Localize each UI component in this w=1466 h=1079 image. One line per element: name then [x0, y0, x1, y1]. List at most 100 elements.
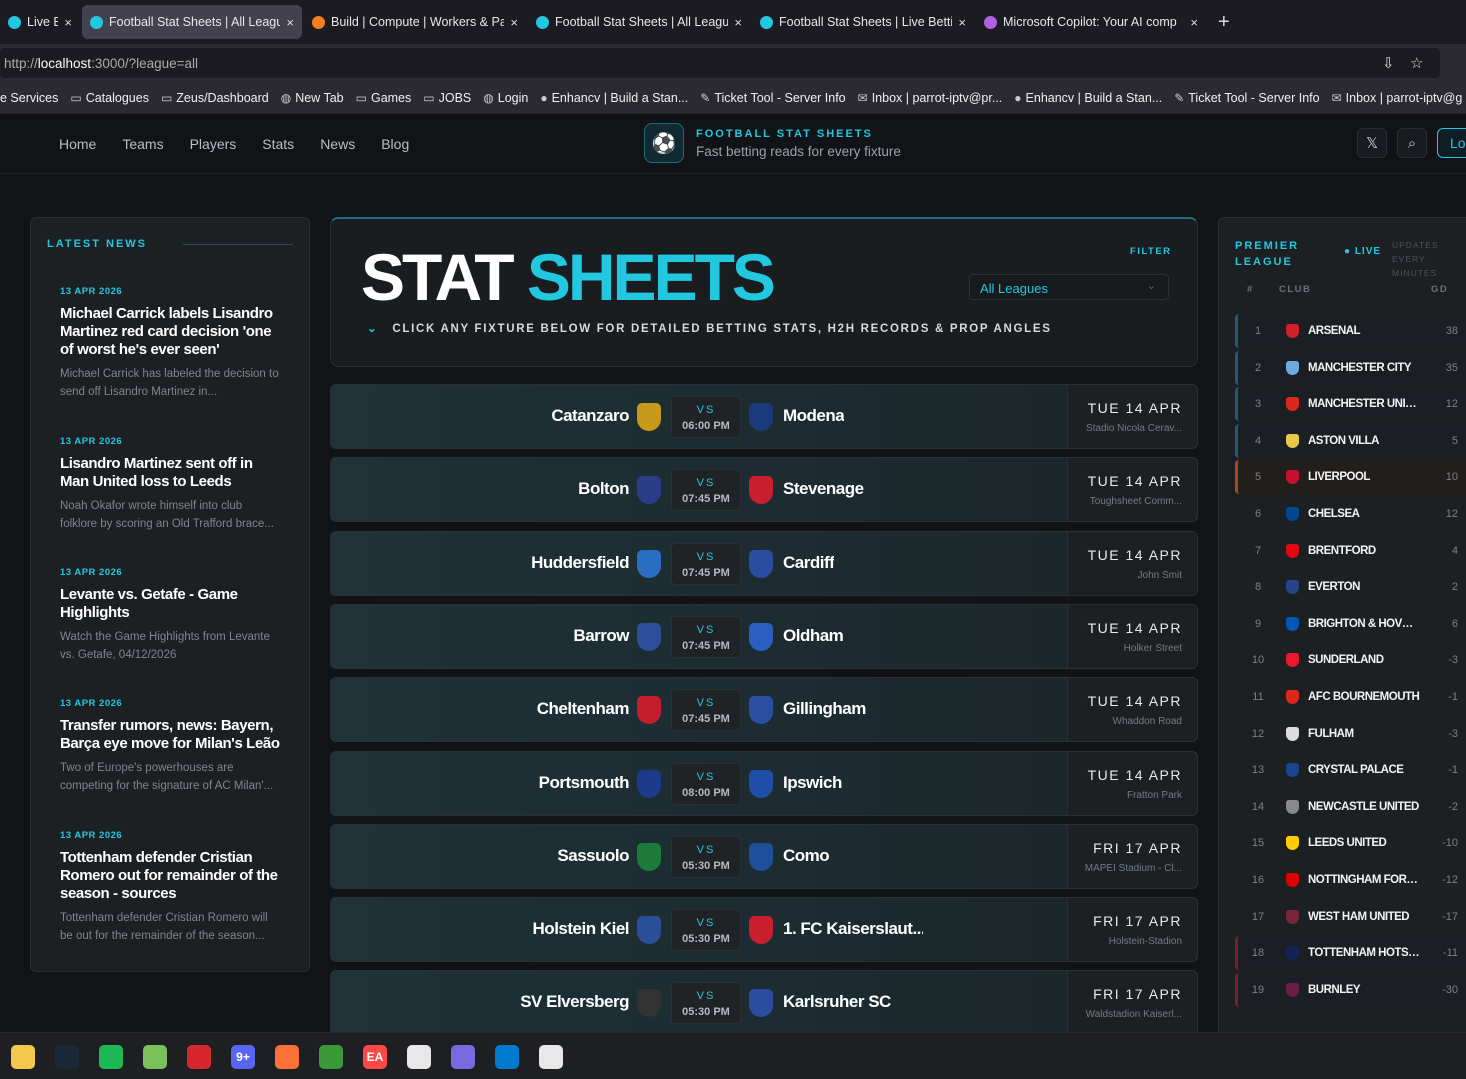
table-row[interactable]: 13 CRYSTAL PALACE -1: [1235, 753, 1466, 787]
fixture-row[interactable]: Bolton VS 07:45 PM Stevenage TUE 14 APR Tough…: [330, 457, 1198, 523]
fixture-row[interactable]: Holstein Kiel VS 05:30 PM 1. FC Kaiserslaut…: [330, 897, 1198, 963]
close-icon[interactable]: ×: [510, 15, 518, 30]
table-row[interactable]: 17 WEST HAM UNITED -17: [1235, 900, 1466, 934]
table-row[interactable]: 4 ASTON VILLA 5: [1235, 423, 1466, 458]
app-store-icon[interactable]: [407, 1045, 431, 1069]
bookmark-star-icon[interactable]: ☆: [1410, 54, 1423, 72]
bookmark-item[interactable]: ✉ Inbox | parrot-iptv@g: [1332, 91, 1463, 105]
news-item[interactable]: 13 APR 2026 Tottenham defender Cristian R…: [60, 830, 280, 945]
table-row[interactable]: 19 BURNLEY -30: [1235, 972, 1466, 1007]
news-title[interactable]: Tottenham defender Cristian Romero out f…: [60, 849, 280, 903]
fixture-row[interactable]: Cheltenham VS 07:45 PM Gillingham TUE 14 APR…: [330, 677, 1198, 743]
copilot-icon[interactable]: [451, 1045, 475, 1069]
bookmark-item[interactable]: e Services: [0, 91, 58, 105]
table-row[interactable]: 12 FULHAM -3: [1235, 717, 1466, 751]
news-item[interactable]: 13 APR 2026 Lisandro Martinez sent off in…: [60, 436, 280, 533]
close-icon[interactable]: ×: [958, 15, 966, 30]
nav-link-home[interactable]: Home: [59, 136, 96, 152]
app-icon[interactable]: [187, 1045, 211, 1069]
fixture-row[interactable]: SV Elversberg VS 05:30 PM Karlsruher SC FRI …: [330, 970, 1198, 1032]
table-row[interactable]: 14 NEWCASTLE UNITED -2: [1235, 790, 1466, 824]
news-item[interactable]: 13 APR 2026 Transfer rumors, news: Bayern…: [60, 698, 280, 795]
fixture-row[interactable]: Portsmouth VS 08:00 PM Ipswich TUE 14 APR Fra…: [330, 750, 1198, 816]
close-icon[interactable]: ×: [734, 15, 742, 30]
table-row[interactable]: 9 BRIGHTON & HOVE ALBION 6: [1235, 607, 1466, 641]
chevron-down-icon: ⌄: [1146, 280, 1156, 292]
discord-icon[interactable]: 9+: [231, 1045, 255, 1069]
close-icon[interactable]: ×: [1190, 15, 1198, 30]
login-button[interactable]: Lo: [1437, 128, 1466, 158]
file-explorer-icon[interactable]: [11, 1045, 35, 1069]
nav-link-teams[interactable]: Teams: [122, 136, 163, 152]
bookmark-item[interactable]: ● Enhancv | Build a Stan...: [540, 91, 688, 105]
spotify-icon[interactable]: [99, 1045, 123, 1069]
save-page-icon[interactable]: ⇩: [1382, 54, 1395, 72]
steam-icon[interactable]: [55, 1045, 79, 1069]
table-row[interactable]: 1 ARSENAL 38: [1235, 314, 1466, 348]
bookmark-label: Zeus/Dashboard: [176, 90, 269, 105]
close-icon[interactable]: ×: [64, 15, 72, 30]
ea-icon[interactable]: EA: [363, 1045, 387, 1069]
lock-app-icon[interactable]: [319, 1045, 343, 1069]
table-row[interactable]: 18 TOTTENHAM HOTSPUR -11: [1235, 936, 1466, 971]
browser-tab[interactable]: Football Stat Sheets | All League ×: [528, 5, 750, 39]
table-row[interactable]: 2 MANCHESTER CITY 35: [1235, 350, 1466, 385]
bookmark-item[interactable]: ◍ New Tab: [281, 91, 344, 105]
news-summary: Noah Okafor wrote himself into club folk…: [60, 500, 274, 530]
table-row[interactable]: 5 LIVERPOOL 10: [1235, 460, 1466, 495]
bookmark-item[interactable]: ✎ Ticket Tool - Server Info: [1174, 91, 1319, 105]
brand[interactable]: ⚽ FOOTBALL STAT SHEETS Fast betting read…: [644, 123, 901, 163]
x-social-icon[interactable]: 𝕏: [1357, 128, 1387, 158]
bookmark-item[interactable]: ✉ Inbox | parrot-iptv@pr...: [858, 91, 1003, 105]
fixture-row[interactable]: Catanzaro VS 06:00 PM Modena TUE 14 APR Stadi…: [330, 384, 1198, 449]
title-part-a: STAT: [361, 240, 515, 314]
bookmark-item[interactable]: ✎ Ticket Tool - Server Info: [700, 91, 845, 105]
title-part-b: SHEETS: [526, 240, 776, 314]
table-row[interactable]: 16 NOTTINGHAM FOREST -12: [1235, 863, 1466, 897]
bookmark-item[interactable]: ◍ Login: [483, 91, 528, 105]
bookmark-item[interactable]: ● Enhancv | Build a Stan...: [1014, 91, 1162, 105]
browser-tab[interactable]: Build | Compute | Workers & Pa ×: [304, 5, 526, 39]
news-title[interactable]: Michael Carrick labels Lisandro Martinez…: [60, 305, 280, 359]
news-title[interactable]: Levante vs. Getafe - Game Highlights: [60, 586, 280, 622]
table-position: 10: [1251, 654, 1265, 667]
browser-tab[interactable]: Football Stat Sheets | Live Bettin ×: [752, 5, 974, 39]
fixture-row[interactable]: Sassuolo VS 05:30 PM Como FRI 17 APR MAPEI St…: [330, 823, 1198, 889]
bookmark-icon: ▭: [160, 90, 173, 105]
nav-link-news[interactable]: News: [320, 136, 355, 152]
table-row[interactable]: 8 EVERTON 2: [1235, 570, 1466, 604]
news-item[interactable]: 13 APR 2026 Michael Carrick labels Lisand…: [60, 286, 280, 401]
bookmark-item[interactable]: ▭ Catalogues: [70, 91, 149, 105]
browser-tab[interactable]: Live Bettin ×: [0, 5, 80, 39]
fixture-row[interactable]: Barrow VS 07:45 PM Oldham TUE 14 APR Holker S…: [330, 603, 1198, 669]
nav-link-stats[interactable]: Stats: [262, 136, 294, 152]
table-row[interactable]: 3 MANCHESTER UNITED 12: [1235, 387, 1466, 422]
bookmark-item[interactable]: ▭ JOBS: [423, 91, 471, 105]
terminal-icon[interactable]: [539, 1045, 563, 1069]
fixture-row[interactable]: Huddersfield VS 07:45 PM Cardiff TUE 14 APR J…: [330, 530, 1198, 596]
table-row[interactable]: 6 CHELSEA 12: [1235, 497, 1466, 531]
table-row[interactable]: 7 BRENTFORD 4: [1235, 534, 1466, 568]
firefox-icon[interactable]: [275, 1045, 299, 1069]
nav-link-blog[interactable]: Blog: [381, 136, 409, 152]
venue: MAPEI Stadium - Cl...: [1084, 862, 1182, 874]
table-row[interactable]: 11 AFC BOURNEMOUTH -1: [1235, 680, 1466, 714]
bookmark-item[interactable]: ▭ Games: [356, 91, 412, 105]
news-item[interactable]: 13 APR 2026 Levante vs. Getafe - Game Hig…: [60, 567, 280, 664]
vscode-icon[interactable]: [495, 1045, 519, 1069]
match-date-box: TUE 14 APR John Smit: [1067, 531, 1197, 595]
notepad-icon[interactable]: [143, 1045, 167, 1069]
browser-tab[interactable]: Football Stat Sheets | All League ×: [82, 5, 302, 39]
table-row[interactable]: 15 LEEDS UNITED -10: [1235, 826, 1466, 860]
news-title[interactable]: Transfer rumors, news: Bayern, Barça eye…: [60, 717, 280, 753]
league-filter-select[interactable]: All Leagues ⌄: [969, 274, 1169, 300]
news-title[interactable]: Lisandro Martinez sent off in Man United…: [60, 455, 280, 491]
close-icon[interactable]: ×: [286, 15, 294, 30]
browser-tab[interactable]: Microsoft Copilot: Your AI comp ×: [976, 5, 1206, 39]
url-field[interactable]: http://localhost:3000/?league=all ⇩ ☆: [0, 48, 1440, 78]
nav-link-players[interactable]: Players: [190, 136, 237, 152]
search-icon[interactable]: ⌕: [1397, 128, 1427, 158]
table-row[interactable]: 10 SUNDERLAND -3: [1235, 643, 1466, 677]
bookmark-item[interactable]: ▭ Zeus/Dashboard: [161, 91, 269, 105]
new-tab-icon[interactable]: +: [1218, 11, 1230, 34]
